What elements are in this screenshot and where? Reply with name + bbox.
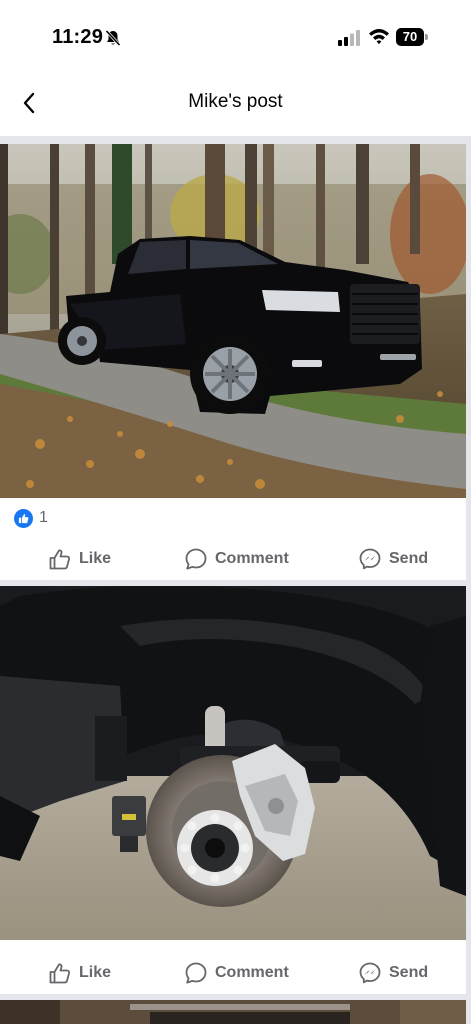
post-photo-brakes[interactable] bbox=[0, 586, 466, 940]
like-button[interactable]: Like bbox=[48, 951, 111, 995]
comment-label: Comment bbox=[215, 964, 289, 981]
status-bar: 11:29 70 bbox=[0, 0, 471, 70]
header-divider bbox=[0, 136, 471, 144]
like-label: Like bbox=[79, 964, 112, 981]
wifi-icon bbox=[369, 29, 389, 45]
post-photo-partial[interactable] bbox=[0, 1000, 466, 1024]
partial-photo-illustration bbox=[0, 1000, 466, 1024]
send-button[interactable]: Send bbox=[358, 537, 428, 581]
thumbs-up-glyph bbox=[18, 513, 29, 523]
post-actions: Like Comment Send bbox=[0, 951, 466, 995]
messenger-icon bbox=[359, 962, 381, 984]
cellular-signal-icon bbox=[338, 30, 360, 46]
battery-cap bbox=[425, 34, 428, 40]
comment-button[interactable]: Comment bbox=[184, 951, 289, 995]
post-photo-truck[interactable] bbox=[0, 144, 466, 498]
messenger-icon bbox=[359, 548, 381, 570]
brake-photo-illustration bbox=[0, 586, 466, 940]
page-title: Mike's post bbox=[188, 91, 283, 112]
thumbs-up-icon bbox=[14, 508, 33, 528]
side-divider bbox=[466, 144, 471, 1024]
post-header: Mike's post bbox=[0, 72, 471, 136]
send-button[interactable]: Send bbox=[358, 951, 428, 995]
comment-bubble-icon bbox=[185, 548, 207, 570]
thumbs-up-outline-icon bbox=[49, 963, 71, 984]
thumbs-up-outline-icon bbox=[49, 549, 71, 570]
send-label: Send bbox=[389, 550, 429, 567]
reactions-summary[interactable]: 1 bbox=[14, 506, 48, 530]
post-page: 11:29 70 Mike's post 1 Like Comment Send… bbox=[0, 0, 471, 1024]
comment-bubble-icon bbox=[185, 962, 207, 984]
battery-level: 70 bbox=[402, 29, 418, 44]
truck-photo-illustration bbox=[0, 144, 466, 498]
post-actions: Like Comment Send bbox=[0, 537, 466, 581]
reaction-count: 1 bbox=[39, 509, 48, 526]
comment-label: Comment bbox=[215, 550, 289, 567]
bell-slash-icon bbox=[105, 29, 121, 47]
like-button[interactable]: Like bbox=[48, 537, 111, 581]
like-label: Like bbox=[79, 550, 112, 567]
status-time: 11:29 bbox=[52, 26, 104, 48]
send-label: Send bbox=[389, 964, 429, 981]
comment-button[interactable]: Comment bbox=[184, 537, 289, 581]
battery-icon: 70 bbox=[396, 28, 428, 46]
